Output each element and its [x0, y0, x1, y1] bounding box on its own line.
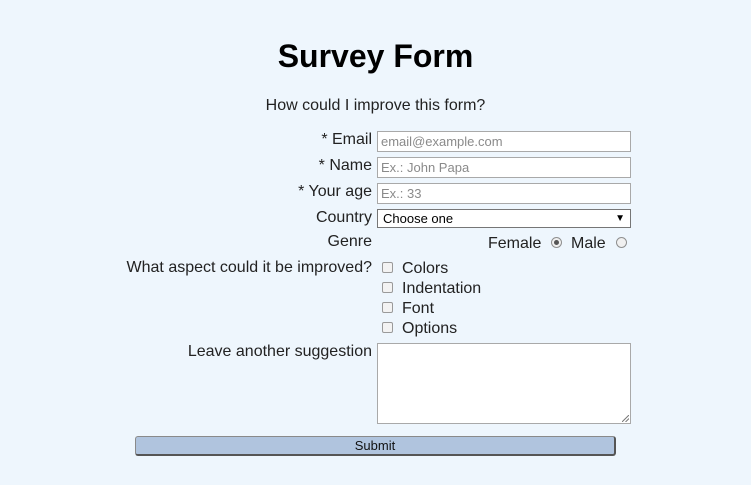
email-label: * Email: [321, 131, 372, 148]
page-title: Survey Form: [277, 38, 474, 74]
aspect-colors-label: Colors: [402, 260, 449, 277]
genre-female-radio[interactable]: [551, 237, 562, 248]
aspect-options-label: Options: [402, 320, 458, 337]
age-input[interactable]: [377, 183, 631, 204]
suggestion-label: Leave another suggestion: [187, 343, 372, 360]
genre-label: Genre: [327, 233, 372, 250]
aspect-options-checkbox[interactable]: [382, 322, 393, 333]
country-label: Country: [315, 209, 372, 226]
genre-male-label: Male: [571, 235, 606, 252]
page-subtitle: How could I improve this form?: [265, 97, 486, 114]
genre-female-label: Female: [488, 235, 542, 252]
name-input[interactable]: [377, 157, 631, 178]
aspect-indentation-checkbox[interactable]: [382, 282, 393, 293]
submit-button[interactable]: Submit: [135, 436, 616, 456]
aspect-font-label: Font: [402, 300, 435, 317]
suggestion-textarea[interactable]: [377, 343, 631, 424]
aspect-indentation-label: Indentation: [402, 280, 482, 297]
dropdown-arrow-icon: ▼: [615, 213, 625, 224]
name-label: * Name: [318, 157, 372, 174]
country-select-value: Choose one: [383, 211, 454, 226]
genre-male-radio[interactable]: [616, 237, 627, 248]
aspect-colors-checkbox[interactable]: [382, 262, 393, 273]
aspect-font-checkbox[interactable]: [382, 302, 393, 313]
aspects-label: What aspect could it be improved?: [126, 259, 372, 276]
resize-handle-icon[interactable]: [622, 415, 629, 422]
email-input[interactable]: [377, 131, 631, 152]
country-select[interactable]: Choose one ▼: [377, 209, 631, 228]
age-label: * Your age: [298, 183, 372, 200]
